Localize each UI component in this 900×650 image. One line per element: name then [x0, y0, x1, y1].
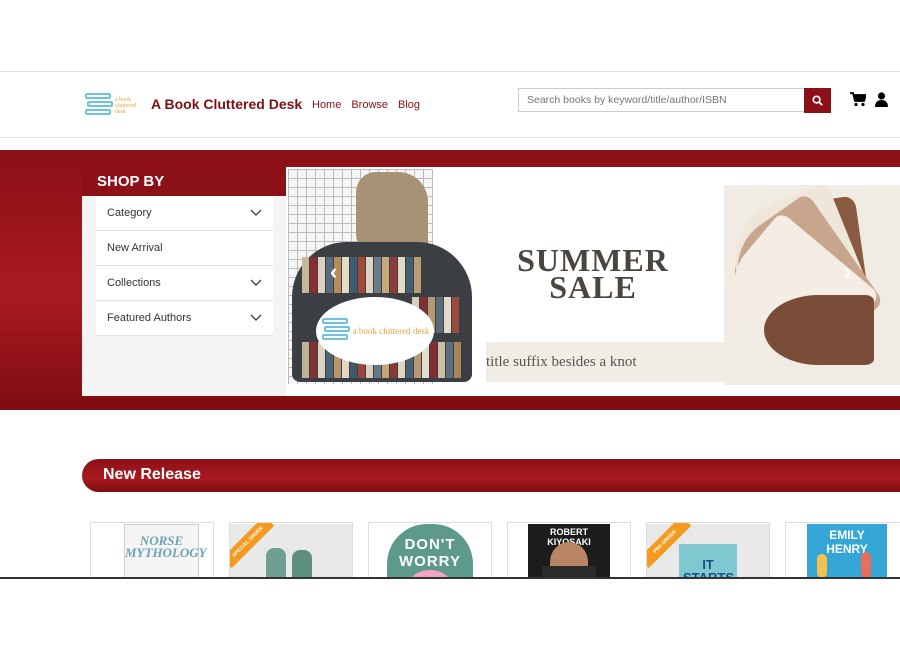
cart-icon[interactable]	[850, 92, 866, 107]
book-card[interactable]: EMILY HENRY	[785, 522, 900, 578]
banner-logo: a book cluttered desk	[316, 297, 434, 365]
site-logo[interactable]: a book cluttered desk	[84, 93, 143, 119]
main-nav: Home Browse Blog	[312, 99, 420, 111]
book-cover: NORSE MYTHOLOGY	[124, 524, 207, 578]
chevron-down-icon	[250, 209, 262, 216]
cover-title: IT STARTS	[683, 557, 735, 578]
promo-banner[interactable]: a book cluttered desk title suffix besid…	[286, 167, 900, 396]
book-cover: ROBERT KIYOSAKI	[528, 524, 610, 578]
shop-by-item-label: Category	[107, 207, 152, 219]
book-card[interactable]: IT STARTS PRE-ORDER	[646, 522, 770, 578]
open-book-graphic	[710, 182, 900, 385]
books-logo-icon	[84, 93, 113, 119]
shop-by-category[interactable]: Category	[96, 196, 273, 231]
book-card[interactable]: DON'T WORRY	[368, 522, 492, 578]
book-card[interactable]: SPECIAL ORDER	[229, 522, 353, 578]
banner-logo-text: a book cluttered desk	[352, 326, 430, 336]
sale-headline: SUMMER SALE	[489, 244, 697, 305]
site-header: a book cluttered desk A Book Cluttered D…	[0, 71, 900, 138]
chevron-down-icon	[250, 314, 262, 321]
search-input[interactable]	[518, 88, 804, 112]
sale-line-2: SALE	[549, 269, 637, 305]
book-cover: EMILY HENRY	[807, 524, 887, 578]
shop-by-featured-authors[interactable]: Featured Authors	[96, 301, 273, 336]
carousel-next-icon[interactable]: ›	[844, 259, 851, 285]
nav-blog-link[interactable]: Blog	[398, 99, 420, 111]
page: a book cluttered desk A Book Cluttered D…	[0, 0, 900, 650]
books-logo-icon	[321, 318, 350, 344]
hero-section: SHOP BY Category New Arrival Collections…	[0, 150, 900, 410]
new-release-carousel: NORSE MYTHOLOGY SPECIAL ORDER DON'T WORR…	[90, 522, 900, 578]
shop-by-item-label: New Arrival	[107, 242, 163, 254]
new-release-header: New Release	[82, 459, 900, 492]
shop-by-panel: SHOP BY Category New Arrival Collections…	[82, 167, 287, 396]
nav-browse-link[interactable]: Browse	[351, 99, 388, 111]
user-icon[interactable]	[875, 92, 888, 107]
brand-name[interactable]: A Book Cluttered Desk	[151, 96, 302, 112]
shop-by-item-label: Collections	[107, 277, 161, 289]
cover-title: DON'T WORRY	[399, 536, 461, 570]
newsprint-strip: title suffix besides a knot	[486, 342, 756, 382]
shop-by-collections[interactable]: Collections	[96, 266, 273, 301]
chevron-down-icon	[250, 279, 262, 286]
book-card[interactable]: NORSE MYTHOLOGY	[90, 522, 214, 578]
carousel-prev-icon[interactable]: ‹	[330, 259, 337, 285]
search-button[interactable]	[804, 88, 831, 113]
cover-title: EMILY HENRY	[826, 528, 868, 556]
divider-line	[0, 577, 900, 579]
shop-by-item-label: Featured Authors	[107, 312, 192, 324]
book-cover: DON'T WORRY	[387, 524, 473, 578]
cover-title: NORSE MYTHOLOGY	[125, 533, 207, 560]
new-release-title: New Release	[103, 466, 201, 483]
search-icon	[812, 95, 823, 106]
nav-home-link[interactable]: Home	[312, 99, 341, 111]
shop-by-title: SHOP BY	[82, 167, 287, 196]
book-card[interactable]: ROBERT KIYOSAKI	[507, 522, 631, 578]
logo-text: a book cluttered desk	[115, 97, 136, 115]
shop-by-new-arrival[interactable]: New Arrival	[96, 231, 273, 266]
